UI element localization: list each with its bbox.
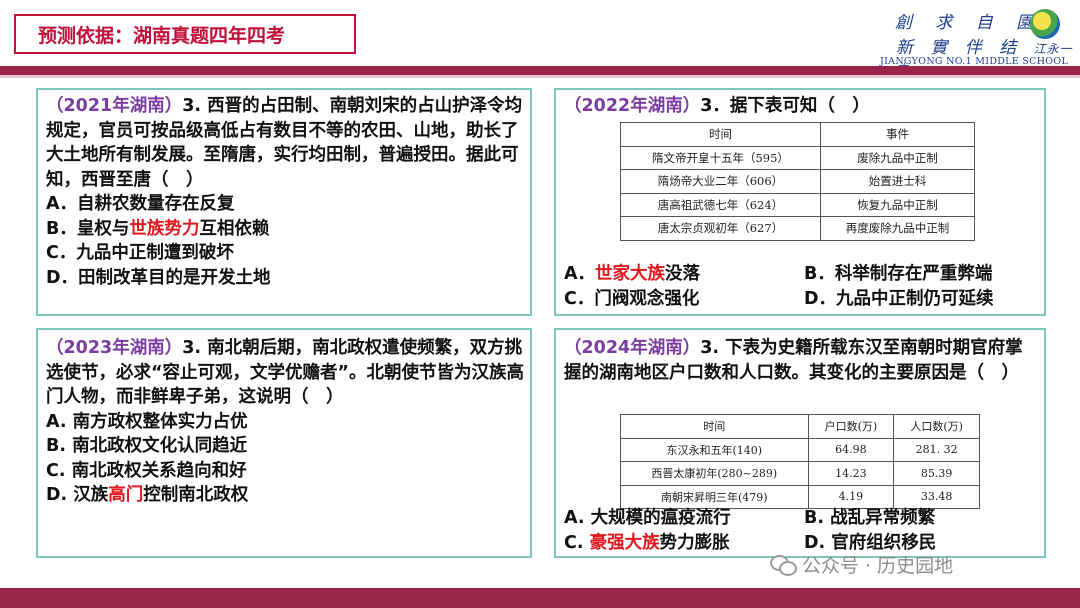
table-header-row: 时间 户口数(万) 人口数(万)	[620, 414, 980, 439]
table-cell: 东汉永和五年(140)	[620, 437, 809, 462]
option-a: A．自耕农数量存在反复	[46, 194, 235, 214]
option-text: C.	[564, 533, 590, 553]
option-text: 势力膨胀	[659, 533, 730, 553]
option-text: 没落	[665, 264, 701, 284]
options-right: B．科举制存在严重弊端 D．九品中正制仍可延续	[804, 262, 994, 312]
table-header-row: 时间 事件	[620, 122, 976, 147]
option-a: A. 南方政权整体实力占优	[46, 411, 248, 432]
data-table: 时间 事件 隋文帝开皇十五年（595） 废除九品中正制 隋炀帝大业二年（606）…	[620, 122, 976, 241]
page-title: 预测依据：湖南真题四年四考	[14, 14, 356, 54]
option-c: C. 南北政权关系趋向和好	[46, 460, 247, 481]
logo-motto-text: 新 實 伴 结	[896, 38, 1023, 58]
option-d: D．田制改革目的是开发土地	[46, 267, 271, 288]
table-row: 唐高祖武德七年（624） 恢复九品中正制	[620, 192, 976, 217]
data-table: 时间 户口数(万) 人口数(万) 东汉永和五年(140) 64.98 281. …	[620, 414, 980, 509]
table-row: 南朝宋昇明三年(479) 4.19 33.48	[620, 484, 980, 509]
school-logo: 創 求 自 園 新 實 伴 结 江永一中 JIANGYONG NO.1 MIDD…	[870, 6, 1078, 76]
highlight-text: 高门	[108, 485, 144, 505]
logo-motto-line1: 創 求 自 園	[895, 13, 1043, 33]
option-c: C. 豪强大族势力膨胀	[564, 531, 731, 556]
wechat-icon	[770, 554, 797, 576]
option-text: D. 汉族	[46, 485, 109, 505]
option-a: A．世家大族没落	[564, 262, 700, 287]
table-header-cell: 时间	[620, 122, 821, 147]
option-c: C．九品中正制遭到破坏	[46, 243, 234, 263]
option-b: B．皇权与世族势力互相依赖	[46, 217, 524, 242]
question-source: （2021年湖南）	[46, 96, 183, 116]
option-text: B．皇权与	[46, 218, 130, 239]
table-cell: 唐太宗贞观初年（627）	[620, 216, 821, 241]
header-divider	[0, 66, 1080, 75]
option-d: D. 汉族高门控制南北政权	[46, 483, 524, 508]
option-text: A．	[564, 264, 596, 284]
table-row: 东汉永和五年(140) 64.98 281. 32	[620, 437, 980, 462]
table-cell: 85.39	[893, 461, 980, 486]
footer-band	[0, 588, 1080, 608]
table-cell: 隋炀帝大业二年（606）	[620, 169, 821, 194]
table-cell: 281. 32	[893, 437, 980, 462]
header-divider-light	[0, 75, 1080, 78]
question-2022: （2022年湖南）3．据下表可知（ ）	[564, 94, 870, 118]
question-2023: （2023年湖南）3. 南北朝后期，南北政权遣使频繁，双方挑选使节，必求“容止可…	[46, 336, 524, 508]
table-header-cell: 时间	[620, 414, 809, 439]
question-panel-2022: （2022年湖南）3．据下表可知（ ） 时间 事件 隋文帝开皇十五年（595） …	[554, 88, 1046, 316]
highlight-text: 世族势力	[129, 218, 200, 239]
highlight-text: 世家大族	[595, 264, 666, 284]
options-left: A．世家大族没落 C．门阀观念强化	[564, 262, 700, 312]
table-row: 唐太宗贞观初年（627） 再度废除九品中正制	[620, 216, 976, 241]
question-panel-2023: （2023年湖南）3. 南北朝后期，南北政权遣使频繁，双方挑选使节，必求“容止可…	[36, 328, 532, 558]
option-b: B．科举制存在严重弊端	[804, 264, 993, 284]
table-header-cell: 户口数(万)	[807, 414, 895, 439]
option-a: A. 大规模的瘟疫流行	[564, 508, 731, 528]
option-c: C．门阀观念强化	[564, 289, 700, 309]
question-stem: 3．据下表可知（ ）	[700, 96, 870, 116]
option-b: B. 战乱异常频繁	[804, 508, 936, 528]
highlight-text: 豪强大族	[589, 533, 660, 553]
question-2024: （2024年湖南）3. 下表为史籍所载东汉至南朝时期官府掌握的湖南地区户口数和人…	[564, 336, 1038, 385]
watermark-text: 公众号 · 历史园地	[802, 555, 954, 577]
table-cell: 西晋太康初年(280~289)	[620, 461, 809, 486]
table-header-cell: 人口数(万)	[893, 414, 980, 439]
question-source: （2024年湖南）	[564, 338, 701, 358]
table-cell: 隋文帝开皇十五年（595）	[620, 145, 821, 170]
question-panel-2024: （2024年湖南）3. 下表为史籍所载东汉至南朝时期官府掌握的湖南地区户口数和人…	[554, 328, 1046, 558]
question-source: （2023年湖南）	[46, 338, 183, 358]
option-text: 互相依赖	[199, 218, 270, 239]
table-cell: 废除九品中正制	[819, 145, 976, 170]
table-cell: 始置进士科	[819, 169, 976, 194]
table-row: 隋炀帝大业二年（606） 始置进士科	[620, 169, 976, 194]
option-b: B. 南北政权文化认同趋近	[46, 436, 248, 456]
table-cell: 14.23	[807, 461, 895, 486]
options-right: B. 战乱异常频繁 D. 官府组织移民	[804, 506, 936, 556]
table-row: 西晋太康初年(280~289) 14.23 85.39	[620, 461, 980, 486]
question-2021: （2021年湖南）3. 西晋的占田制、南朝刘宋的占山护泽令均规定，官员可按品级高…	[46, 94, 524, 290]
table-cell: 64.98	[807, 437, 895, 462]
question-source: （2022年湖南）	[564, 96, 701, 116]
option-text: 控制南北政权	[143, 485, 249, 505]
options-left: A. 大规模的瘟疫流行 C. 豪强大族势力膨胀	[564, 506, 731, 556]
table-cell: 33.48	[893, 484, 980, 509]
watermark: 公众号 · 历史园地	[770, 551, 953, 578]
table-cell: 4.19	[807, 484, 895, 509]
table-row: 隋文帝开皇十五年（595） 废除九品中正制	[620, 145, 976, 170]
table-cell: 恢复九品中正制	[819, 192, 976, 217]
table-cell: 唐高祖武德七年（624）	[620, 192, 821, 217]
table-header-cell: 事件	[819, 122, 976, 147]
table-cell: 再度废除九品中正制	[819, 216, 976, 241]
school-emblem-icon	[1030, 9, 1060, 39]
question-panel-2021: （2021年湖南）3. 西晋的占田制、南朝刘宋的占山护泽令均规定，官员可按品级高…	[36, 88, 532, 316]
table-cell: 南朝宋昇明三年(479)	[620, 484, 809, 509]
option-d: D．九品中正制仍可延续	[804, 289, 994, 309]
